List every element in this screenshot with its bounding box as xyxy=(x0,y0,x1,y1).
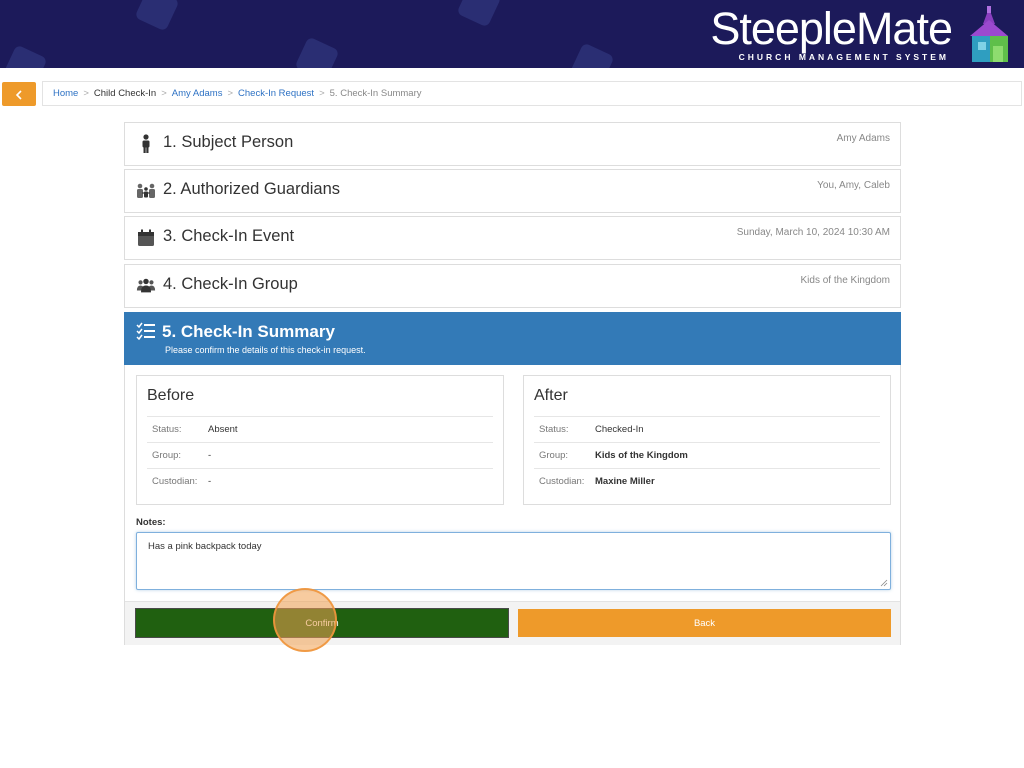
checklist-icon xyxy=(136,322,155,340)
notes-label: Notes: xyxy=(136,517,166,528)
row-value: Kids of the Kingdom xyxy=(595,450,688,461)
row-value: - xyxy=(208,476,212,487)
row-value: Checked-In xyxy=(595,424,644,435)
summary-body: Before Status: Absent Group: - Custodian… xyxy=(124,365,901,645)
before-status-row: Status: Absent xyxy=(147,416,493,443)
person-icon xyxy=(142,134,150,153)
before-card: Before Status: Absent Group: - Custodian… xyxy=(136,375,504,505)
after-status-row: Status: Checked-In xyxy=(534,416,880,443)
chevron-left-icon xyxy=(15,89,22,100)
step-value: You, Amy, Caleb xyxy=(817,180,890,191)
step-title: 2. Authorized Guardians xyxy=(163,180,341,198)
resize-handle-icon[interactable] xyxy=(880,579,888,587)
summary-title: 5. Check-In Summary xyxy=(162,322,335,341)
calendar-icon xyxy=(138,229,154,246)
step-check-in-group[interactable]: 4. Check-In Group Kids of the Kingdom xyxy=(124,264,901,308)
row-label: Custodian: xyxy=(152,476,198,487)
after-title: After xyxy=(534,387,568,404)
step-title: 1. Subject Person xyxy=(163,133,294,151)
step-subject-person[interactable]: 1. Subject Person Amy Adams xyxy=(124,122,901,166)
notes-textarea[interactable]: Has a pink backpack today xyxy=(136,532,891,590)
summary-footer: Confirm Back xyxy=(125,601,900,645)
step-check-in-summary-header: 5. Check-In Summary Please confirm the d… xyxy=(124,312,901,365)
step-value: Kids of the Kingdom xyxy=(800,275,891,286)
after-custodian-row: Custodian: Maxine Miller xyxy=(534,468,880,495)
app-header: SteepleMate CHURCH MANAGEMENT SYSTEM xyxy=(0,0,1024,68)
row-label: Status: xyxy=(539,424,569,435)
puzzle-pattern-decor xyxy=(569,42,615,68)
puzzle-pattern-decor xyxy=(456,0,502,28)
step-title: 4. Check-In Group xyxy=(163,275,298,293)
row-label: Custodian: xyxy=(539,476,585,487)
group-icon xyxy=(136,278,156,293)
steeplemate-logo-icon xyxy=(970,6,1008,62)
breadcrumb-amy-adams[interactable]: Amy Adams xyxy=(172,88,223,99)
step-title: 3. Check-In Event xyxy=(163,227,295,245)
notes-text: Has a pink backpack today xyxy=(148,541,262,552)
after-group-row: Group: Kids of the Kingdom xyxy=(534,442,880,469)
step-check-in-event[interactable]: 3. Check-In Event Sunday, March 10, 2024… xyxy=(124,216,901,260)
breadcrumb-check-in-request[interactable]: Check-In Request xyxy=(238,88,314,99)
row-value: - xyxy=(208,450,212,461)
before-custodian-row: Custodian: - xyxy=(147,468,493,495)
row-label: Group: xyxy=(539,450,569,461)
before-title: Before xyxy=(147,387,195,404)
row-value: Maxine Miller xyxy=(595,476,655,487)
brand-title: SteepleMate xyxy=(710,3,953,54)
row-label: Status: xyxy=(152,424,182,435)
confirm-button[interactable]: Confirm xyxy=(135,608,509,638)
breadcrumb-separator: > xyxy=(161,88,167,99)
breadcrumb-current: 5. Check-In Summary xyxy=(329,88,422,99)
summary-subtitle: Please confirm the details of this check… xyxy=(165,345,366,355)
puzzle-pattern-decor xyxy=(134,0,180,32)
puzzle-pattern-decor xyxy=(294,36,340,68)
breadcrumb-home[interactable]: Home xyxy=(53,88,78,99)
breadcrumb: Home > Child Check-In > Amy Adams > Check-In R… xyxy=(42,81,1022,106)
breadcrumb-separator: > xyxy=(227,88,234,99)
breadcrumb-separator: > xyxy=(83,88,89,99)
back-button[interactable]: Back xyxy=(518,609,891,637)
row-label: Group: xyxy=(152,450,182,461)
before-group-row: Group: - xyxy=(147,442,493,469)
brand-subtitle: CHURCH MANAGEMENT SYSTEM xyxy=(738,52,949,62)
back-nav-button[interactable] xyxy=(2,82,36,106)
step-authorized-guardians[interactable]: 2. Authorized Guardians You, Amy, Caleb xyxy=(124,169,901,213)
puzzle-pattern-decor xyxy=(2,44,48,68)
brand: SteepleMate CHURCH MANAGEMENT SYSTEM xyxy=(710,3,953,63)
breadcrumb-child-check-in: Child Check-In xyxy=(93,88,157,99)
guardians-icon xyxy=(137,183,155,198)
step-value: Sunday, March 10, 2024 10:30 AM xyxy=(736,227,890,238)
after-card: After Status: Checked-In Group: Kids of … xyxy=(523,375,891,505)
step-value: Amy Adams xyxy=(836,133,890,144)
breadcrumb-separator: > xyxy=(319,88,325,99)
row-value: Absent xyxy=(208,424,238,435)
